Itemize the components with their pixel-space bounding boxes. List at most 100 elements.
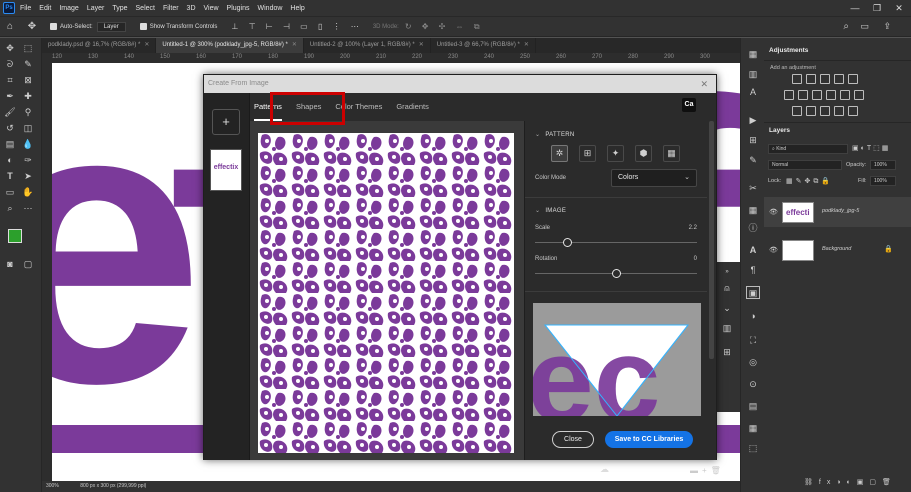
paths-icon[interactable]: ⛶ <box>746 334 760 347</box>
brush-settings-icon[interactable]: ✎ <box>746 154 760 167</box>
source-image-preview[interactable]: ec <box>533 303 701 416</box>
pen-icon[interactable]: ✑ <box>21 154 35 167</box>
menu-window[interactable]: Window <box>258 5 283 12</box>
actions-icon[interactable]: ⊙ <box>746 378 760 391</box>
eraser-icon[interactable]: ◫ <box>21 122 35 135</box>
color-icon[interactable]: ▤ <box>746 400 760 413</box>
gradient-map-icon[interactable] <box>834 106 844 116</box>
menu-filter[interactable]: Filter <box>163 5 179 12</box>
hand-icon[interactable]: ✋ <box>21 186 35 199</box>
invert-icon[interactable] <box>792 106 802 116</box>
source-image-thumbnail[interactable]: effectix <box>210 149 242 191</box>
blend-mode-select[interactable]: Normal <box>768 160 842 170</box>
lasso-icon[interactable]: ᘐ <box>3 58 17 71</box>
shapes-icon[interactable]: ⬚ <box>746 442 760 455</box>
fill-input[interactable]: 100% <box>870 176 896 186</box>
paragraph-icon[interactable]: A <box>746 244 760 257</box>
play-icon[interactable]: ▶ <box>746 114 760 127</box>
stamp-icon[interactable]: ⚲ <box>21 106 35 119</box>
layer-kind-filter[interactable]: ⌕ Kind <box>768 144 848 154</box>
ruler-horizontal[interactable]: 120 130 140 150 160 170 180 190 200 210 220 230 240 2… <box>52 53 740 63</box>
doc-tab[interactable]: Untitled-3 @ 66,7% (RGB/8#) * ✕ <box>431 38 536 53</box>
marquee-icon[interactable]: ⬚ <box>21 42 35 55</box>
brush-icon[interactable]: 🖌 <box>3 106 17 119</box>
info-icon[interactable]: ⓘ <box>746 222 760 235</box>
eyedropper-icon[interactable]: ✒ <box>3 90 17 103</box>
history-brush-icon[interactable]: ↺ <box>3 122 17 135</box>
healing-icon[interactable]: ✚ <box>21 90 35 103</box>
opacity-input[interactable]: 100% <box>870 160 896 170</box>
quick-select-icon[interactable]: ✎ <box>21 58 35 71</box>
layer-row-podklady[interactable]: 👁 effecti podklady_jpg-5 <box>764 197 911 227</box>
menu-plugins[interactable]: Plugins <box>227 5 250 12</box>
color-lookup-icon[interactable] <box>854 90 864 100</box>
share-icon[interactable]: ⇪ <box>883 21 891 32</box>
tools-icon[interactable]: ✂ <box>746 182 760 195</box>
minimize-icon[interactable]: — <box>845 0 865 16</box>
menu-type[interactable]: Type <box>112 5 127 12</box>
symmetry-hex-icon[interactable]: ✲ <box>551 145 568 162</box>
layer-filter-icons[interactable]: ▣◐T⬚▦ <box>852 144 890 152</box>
menu-file[interactable]: File <box>20 5 31 12</box>
library-footer-icons[interactable]: ▬+🗑 <box>690 466 725 475</box>
rotation-slider-thumb[interactable] <box>611 269 621 278</box>
history-icon[interactable]: ▦ <box>746 48 760 61</box>
auto-select-dropdown[interactable]: Layer <box>96 21 126 32</box>
styles-icon[interactable]: ◎ <box>746 356 760 369</box>
auto-select-checkbox[interactable]: Auto-Select: <box>50 22 93 30</box>
doc-tab[interactable]: podklady.psd @ 16,7% (RGB/8#) * ✕ <box>42 38 157 53</box>
image-section-header[interactable]: ⌄ IMAGE <box>535 207 566 214</box>
menu-view[interactable]: View <box>204 5 219 12</box>
move-tool-icon[interactable]: ✥ <box>20 21 44 32</box>
ruler-vertical[interactable] <box>42 53 52 481</box>
lock-icon[interactable]: 🔒 <box>884 245 893 253</box>
adjust-panel-icon[interactable]: ⊞ <box>720 346 734 359</box>
save-to-cc-libraries-button[interactable]: Save to CC Libraries <box>605 431 693 448</box>
photo-filter-icon[interactable] <box>826 90 836 100</box>
menu-layer[interactable]: Layer <box>87 5 105 12</box>
learn-panel-icon[interactable]: ⍝ <box>720 282 734 295</box>
libraries-panel-icon[interactable]: ▥ <box>720 322 734 335</box>
3d-mode-icons[interactable]: ↻ ✥ ✣ ⇔ ⧉ <box>405 22 484 32</box>
align-icons[interactable]: ⊥ ⊤ ⊢ ⊣ ▭ ▯ ⋮ ⋯ <box>231 22 362 31</box>
zoom-level[interactable]: 300% <box>46 483 59 489</box>
color-mode-select[interactable]: Colors ⌄ <box>611 169 697 187</box>
path-select-icon[interactable]: ➤ <box>21 170 35 183</box>
zoom-icon[interactable]: ⌕ <box>3 202 17 215</box>
scale-slider-track[interactable] <box>535 242 697 243</box>
glyphs-icon[interactable]: ¶ <box>746 264 760 277</box>
transform-controls-checkbox[interactable]: Show Transform Controls <box>139 22 217 30</box>
exposure-icon[interactable] <box>834 74 844 84</box>
collapse-icon[interactable]: » <box>720 266 734 279</box>
quick-mask-icon[interactable]: ◙ <box>3 258 17 271</box>
gradient-icon[interactable]: ▤ <box>3 138 17 151</box>
cc-libraries-icon[interactable]: Ca <box>682 98 696 112</box>
symmetry-hexagon-icon[interactable]: ⬢ <box>635 145 652 162</box>
lock-icons[interactable]: ▦✎✥⧉🔒 <box>786 177 833 186</box>
layer-footer-icons[interactable]: ⛓fx◑◐▣▢🗑 <box>804 478 897 486</box>
doc-tab[interactable]: Untitled-2 @ 100% (Layer 1, RGB/8#) * ✕ <box>304 38 431 53</box>
menu-image[interactable]: Image <box>59 5 78 12</box>
search-icon[interactable]: ⌕ <box>843 21 849 32</box>
home-icon[interactable]: ⌂ <box>0 21 20 32</box>
swatches-icon[interactable]: ▦ <box>746 204 760 217</box>
posterize-icon[interactable] <box>806 106 816 116</box>
more-tools-icon[interactable]: ⋯ <box>21 202 35 215</box>
symmetry-diamond-icon[interactable]: ✦ <box>607 145 624 162</box>
frame-icon[interactable]: ⊠ <box>21 74 35 87</box>
character-icon[interactable]: A <box>746 86 760 99</box>
visibility-eye-icon[interactable]: 👁 <box>769 208 778 216</box>
adjustments-panel-title[interactable]: Adjustments <box>769 47 808 54</box>
layers-panel-title[interactable]: Layers <box>769 127 790 134</box>
crop-icon[interactable]: ⌗ <box>3 74 17 87</box>
settings-scrollbar[interactable] <box>709 121 714 359</box>
menu-edit[interactable]: Edit <box>39 5 51 12</box>
restore-icon[interactable]: ❐ <box>867 0 887 16</box>
visibility-eye-icon[interactable]: 👁 <box>769 246 778 254</box>
tab-gradients[interactable]: Gradients <box>396 93 429 121</box>
doc-tab-active[interactable]: Untitled-1 @ 300% (podklady_jpg-5, RGB/8… <box>156 38 304 53</box>
vibrance-icon[interactable] <box>848 74 858 84</box>
close-icon[interactable]: ✕ <box>144 42 149 48</box>
close-icon[interactable]: ✕ <box>419 42 424 48</box>
close-icon[interactable]: ✕ <box>292 42 297 48</box>
